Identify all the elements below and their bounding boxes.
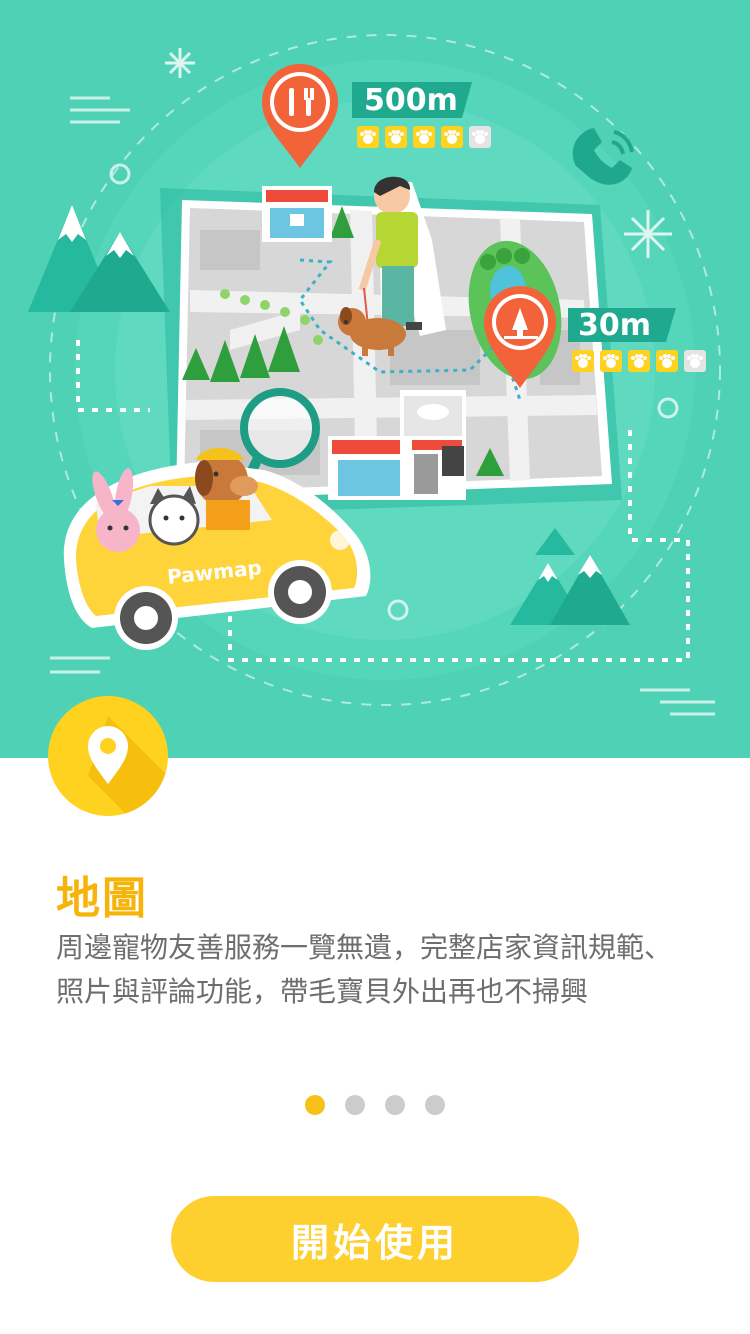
map-illustration: 500m 30m Pawmap <box>28 34 721 716</box>
page-dot[interactable] <box>385 1095 405 1115</box>
hero-illustration: 500m 30m Pawmap <box>0 0 750 758</box>
page-indicator <box>0 1095 750 1117</box>
pet-shop <box>262 186 332 242</box>
paw-print-icon <box>606 358 616 368</box>
paw-print-icon <box>447 134 457 144</box>
paw-print-icon <box>419 134 429 144</box>
feature-title: 地圖 <box>56 873 148 924</box>
paw-print-icon <box>662 358 672 368</box>
cat-icon <box>148 486 200 546</box>
rating-far <box>357 126 491 148</box>
paw-print-icon <box>363 134 373 144</box>
description-line: 周邊寵物友善服務一覽無遺，完整店家資訊規範、 <box>56 931 673 964</box>
start-button[interactable]: 開始使用 <box>171 1196 579 1282</box>
paw-print-icon <box>475 134 485 144</box>
description-line: 照片與評論功能，帶毛寶貝外出再也不掃興 <box>56 975 589 1008</box>
distance-label-far: 500m <box>352 82 472 118</box>
page-dot[interactable] <box>425 1095 445 1115</box>
page-dot[interactable] <box>345 1095 365 1115</box>
paw-print-icon <box>690 358 700 368</box>
paw-print-icon <box>391 134 401 144</box>
distance-label-near: 30m <box>568 308 676 343</box>
paw-print-icon <box>578 358 588 368</box>
svg-text:500m: 500m <box>364 83 458 118</box>
feature-description: 周邊寵物友善服務一覽無遺，完整店家資訊規範、 照片與評論功能，帶毛寶貝外出再也不… <box>56 926 716 1014</box>
paw-print-icon <box>634 358 644 368</box>
map-pin-icon <box>48 696 168 816</box>
rating-near <box>572 350 706 372</box>
page-dot[interactable] <box>305 1095 325 1115</box>
svg-text:30m: 30m <box>578 308 651 343</box>
